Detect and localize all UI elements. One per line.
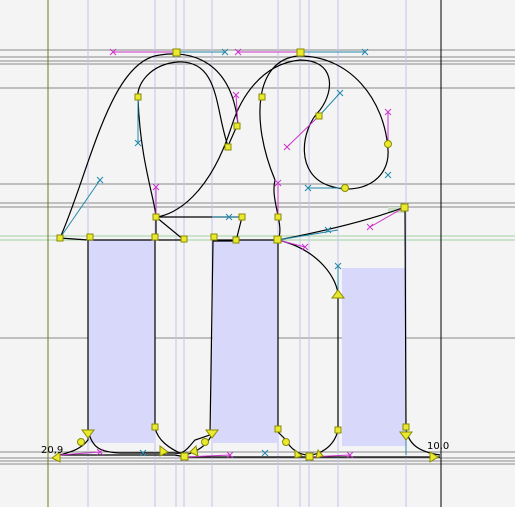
right-coordinate-label: 10,0 — [427, 441, 449, 452]
left-coordinate-label: 20,9 — [41, 445, 63, 456]
glyph-fill — [88, 207, 406, 446]
glyph-editor-canvas[interactable]: 20,9 10,0 — [0, 0, 515, 507]
